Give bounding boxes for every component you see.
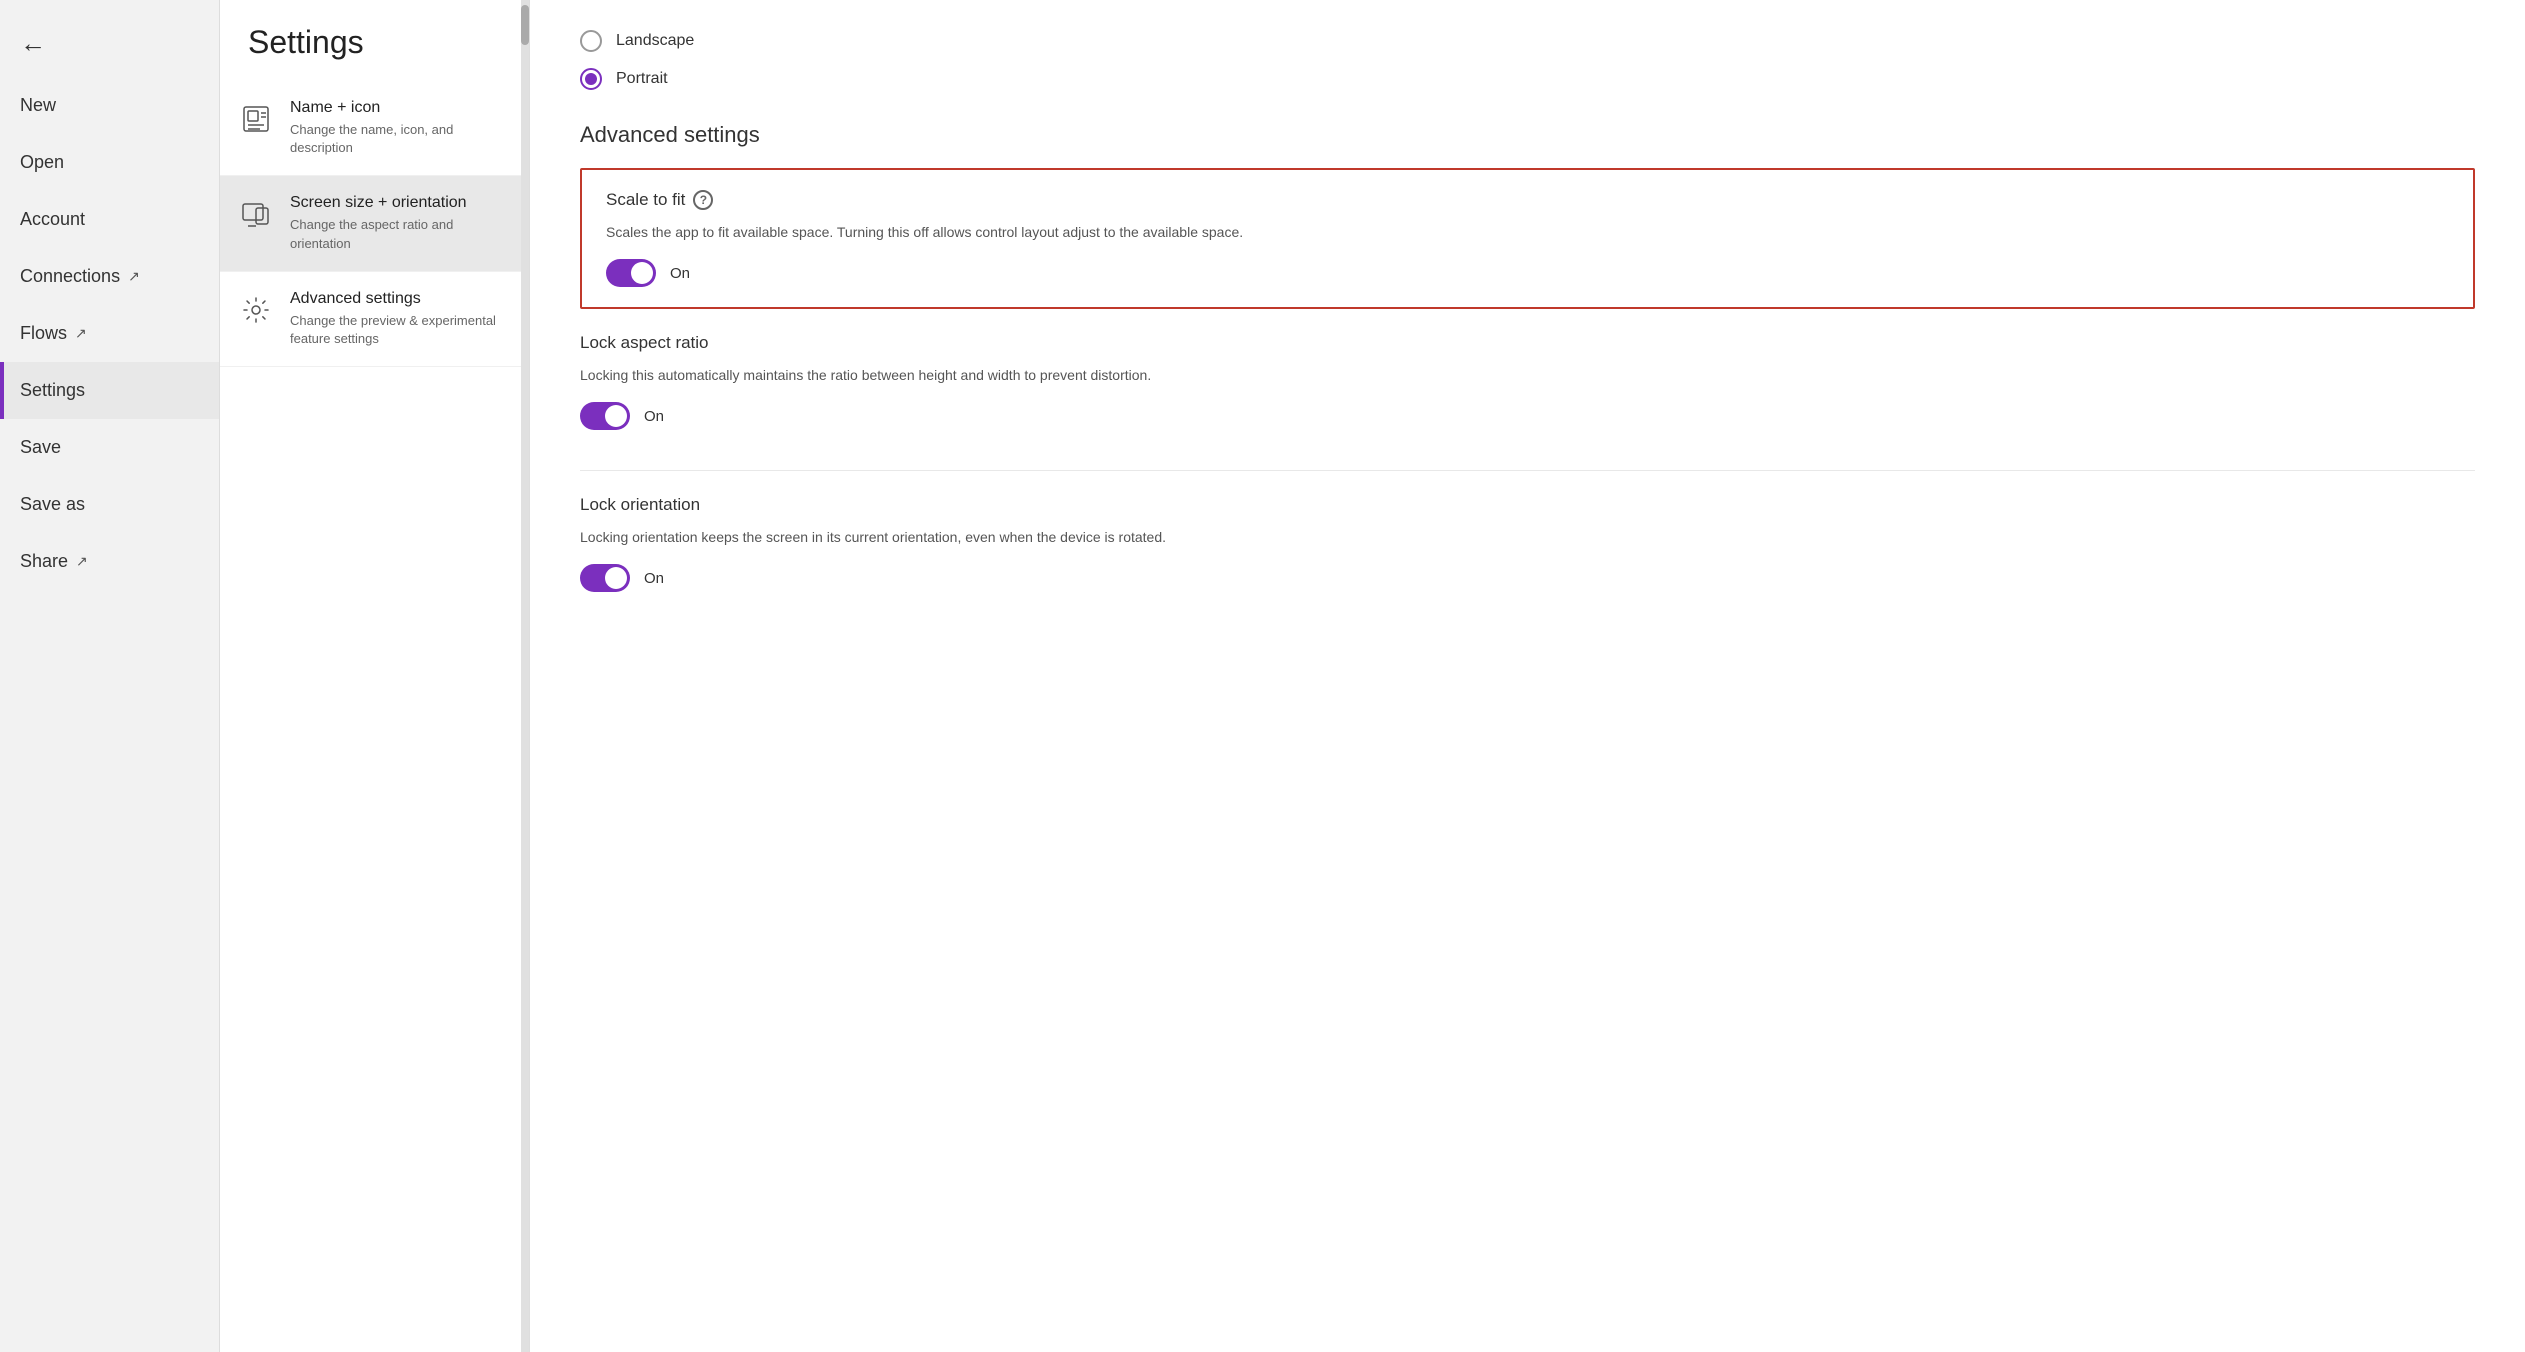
gear-icon — [238, 292, 274, 328]
scale-to-fit-toggle-thumb — [631, 262, 653, 284]
back-button[interactable]: ← — [0, 10, 219, 77]
sidebar-item-account[interactable]: Account — [0, 191, 219, 248]
page-title: Settings — [220, 0, 529, 81]
menu-desc-screen-size: Change the aspect ratio and orientation — [290, 216, 501, 252]
radio-landscape[interactable]: Landscape — [580, 30, 2475, 52]
lock-orientation-toggle[interactable] — [580, 564, 630, 592]
radio-label-landscape: Landscape — [616, 32, 694, 50]
lock-orientation-text: Lock orientation — [580, 495, 700, 515]
lock-orientation-toggle-thumb — [605, 567, 627, 589]
orientation-radio-group: Landscape Portrait — [580, 30, 2475, 90]
sidebar-label-share: Share — [20, 551, 68, 572]
sidebar-label-flows: Flows — [20, 323, 67, 344]
sidebar-item-flows[interactable]: Flows ↗ — [0, 305, 219, 362]
scale-to-fit-help-icon[interactable]: ? — [693, 190, 713, 210]
sidebar-label-connections: Connections — [20, 266, 120, 287]
sidebar-label-settings: Settings — [20, 380, 85, 401]
scrollbar-thumb[interactable] — [521, 5, 529, 45]
lock-aspect-ratio-toggle-label: On — [644, 408, 664, 425]
sidebar-label-account: Account — [20, 209, 85, 230]
sidebar-item-share[interactable]: Share ↗ — [0, 533, 219, 590]
sidebar-item-save[interactable]: Save — [0, 419, 219, 476]
sidebar-label-save-as: Save as — [20, 494, 85, 515]
scale-to-fit-desc: Scales the app to fit available space. T… — [606, 222, 2449, 243]
lock-aspect-ratio-text: Lock aspect ratio — [580, 333, 709, 353]
scale-to-fit-card: Scale to fit ? Scales the app to fit ava… — [580, 168, 2475, 309]
sidebar-item-save-as[interactable]: Save as — [0, 476, 219, 533]
sidebar-label-new: New — [20, 95, 56, 116]
sidebar-item-connections[interactable]: Connections ↗ — [0, 248, 219, 305]
sidebar: ← New Open Account Connections ↗ Flows ↗… — [0, 0, 220, 1352]
scale-to-fit-label: Scale to fit ? — [606, 190, 2449, 210]
sidebar-label-open: Open — [20, 152, 64, 173]
lock-orientation-toggle-label: On — [644, 570, 664, 587]
menu-title-screen-size: Screen size + orientation — [290, 194, 501, 212]
middle-panel: Settings Name + icon Change the name, ic… — [220, 0, 530, 1352]
radio-circle-landscape — [580, 30, 602, 52]
menu-text-name-icon: Name + icon Change the name, icon, and d… — [290, 99, 501, 157]
lock-orientation-label: Lock orientation — [580, 495, 2475, 515]
menu-desc-advanced: Change the preview & experimental featur… — [290, 312, 501, 348]
sidebar-item-settings[interactable]: Settings — [0, 362, 219, 419]
lock-orientation-toggle-row: On — [580, 564, 2475, 592]
lock-aspect-ratio-toggle-row: On — [580, 402, 2475, 430]
scale-to-fit-text: Scale to fit — [606, 190, 685, 210]
right-panel: Landscape Portrait Advanced settings Sca… — [530, 0, 2525, 1352]
sidebar-label-save: Save — [20, 437, 61, 458]
scale-to-fit-toggle[interactable] — [606, 259, 656, 287]
divider-1 — [580, 470, 2475, 471]
radio-label-portrait: Portrait — [616, 70, 668, 88]
menu-desc-name-icon: Change the name, icon, and description — [290, 121, 501, 157]
external-link-icon-flows: ↗ — [75, 325, 87, 342]
sidebar-nav: New Open Account Connections ↗ Flows ↗ S… — [0, 77, 219, 1352]
menu-title-advanced: Advanced settings — [290, 290, 501, 308]
lock-aspect-ratio-label: Lock aspect ratio — [580, 333, 2475, 353]
menu-item-screen-size[interactable]: Screen size + orientation Change the asp… — [220, 176, 529, 271]
lock-orientation-section: Lock orientation Locking orientation kee… — [580, 495, 2475, 612]
menu-title-name-icon: Name + icon — [290, 99, 501, 117]
menu-text-screen-size: Screen size + orientation Change the asp… — [290, 194, 501, 252]
scrollbar-track[interactable] — [521, 0, 529, 1352]
scale-to-fit-toggle-label: On — [670, 265, 690, 282]
menu-item-name-icon[interactable]: Name + icon Change the name, icon, and d… — [220, 81, 529, 176]
advanced-settings-heading: Advanced settings — [580, 122, 2475, 148]
lock-aspect-ratio-toggle-thumb — [605, 405, 627, 427]
external-link-icon-connections: ↗ — [128, 268, 140, 285]
screen-size-icon — [238, 196, 274, 232]
lock-aspect-ratio-section: Lock aspect ratio Locking this automatic… — [580, 333, 2475, 450]
sidebar-item-new[interactable]: New — [0, 77, 219, 134]
lock-orientation-desc: Locking orientation keeps the screen in … — [580, 527, 2475, 548]
menu-item-advanced[interactable]: Advanced settings Change the preview & e… — [220, 272, 529, 367]
scale-to-fit-toggle-row: On — [606, 259, 2449, 287]
settings-menu: Name + icon Change the name, icon, and d… — [220, 81, 529, 367]
external-link-icon-share: ↗ — [76, 553, 88, 570]
menu-text-advanced: Advanced settings Change the preview & e… — [290, 290, 501, 348]
name-icon-icon — [238, 101, 274, 137]
lock-aspect-ratio-desc: Locking this automatically maintains the… — [580, 365, 2475, 386]
radio-portrait[interactable]: Portrait — [580, 68, 2475, 90]
radio-circle-portrait — [580, 68, 602, 90]
lock-aspect-ratio-toggle[interactable] — [580, 402, 630, 430]
sidebar-item-open[interactable]: Open — [0, 134, 219, 191]
back-icon: ← — [20, 28, 46, 59]
active-indicator — [0, 362, 4, 419]
